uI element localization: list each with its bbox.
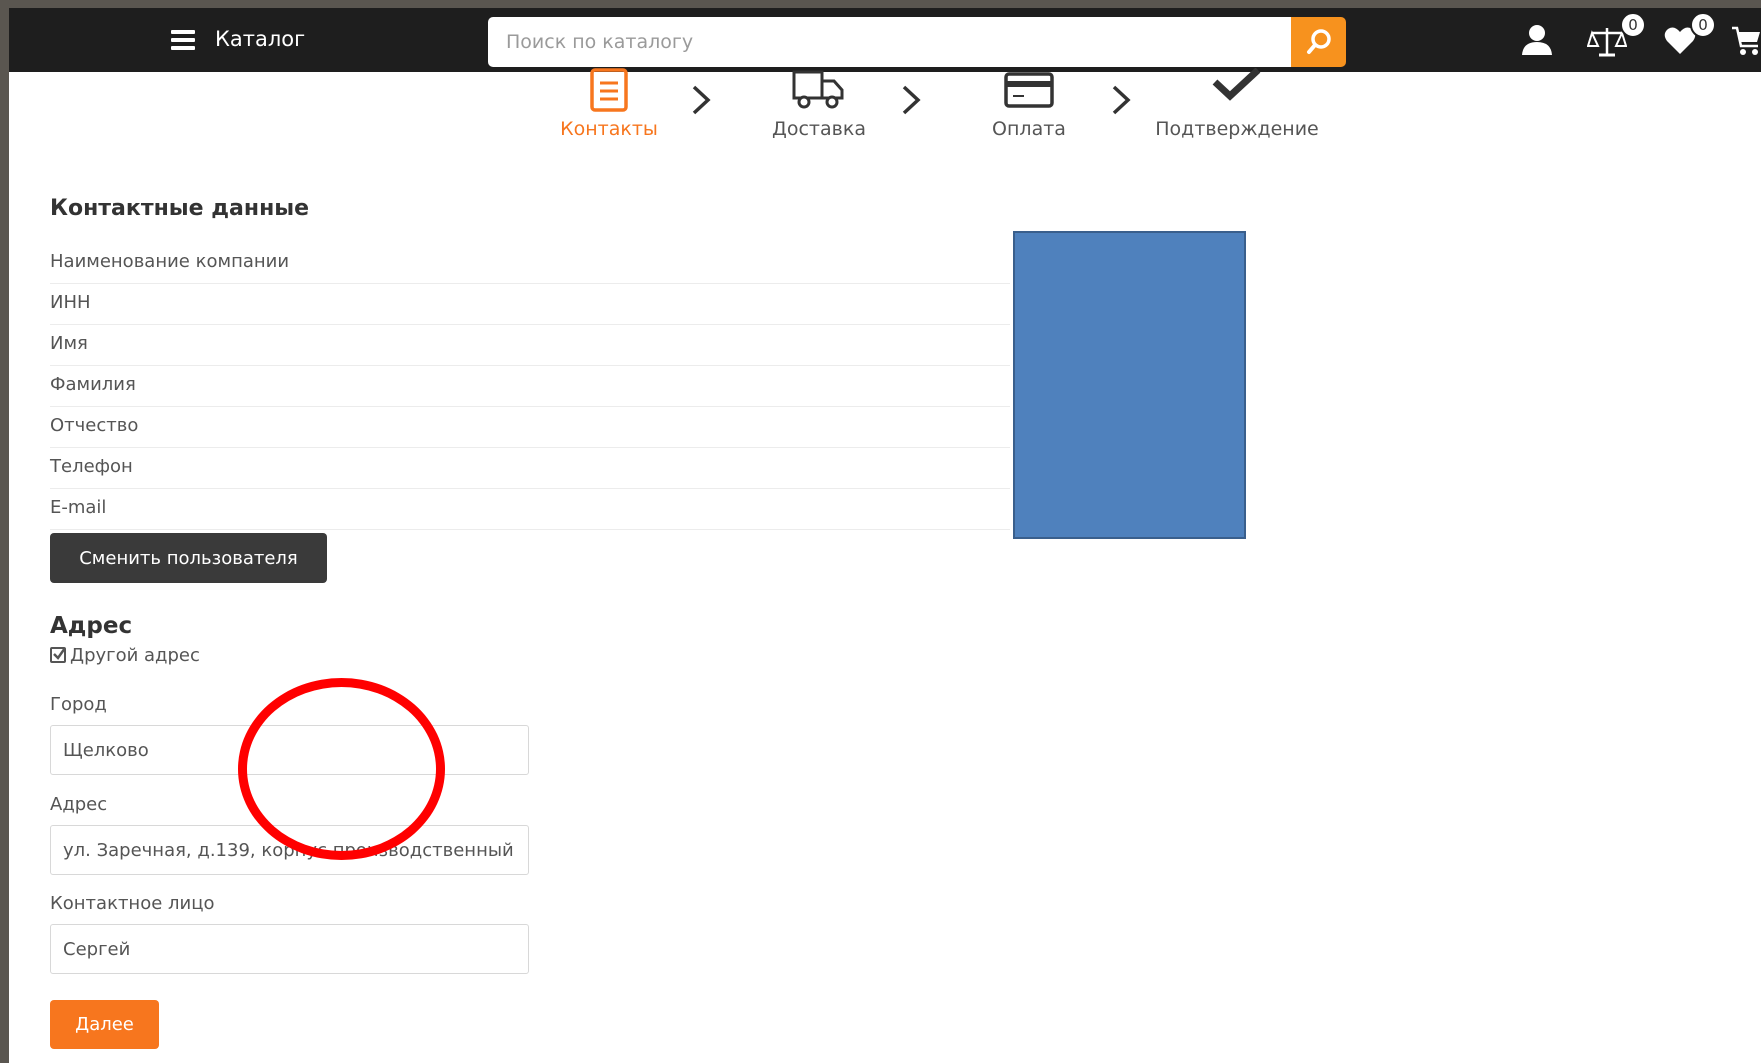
chevron-right-icon: [1112, 85, 1131, 115]
clipboard-icon: [590, 68, 628, 112]
step-label-confirmation: Подтверждение: [1155, 118, 1319, 140]
compare-count-badge: 0: [1620, 12, 1646, 38]
search-icon: [1307, 29, 1331, 54]
favorites-count-badge: 0: [1690, 12, 1716, 38]
search-input[interactable]: [488, 17, 1291, 67]
redacted-block: [1013, 231, 1246, 539]
field-patronymic: Отчество: [50, 407, 1010, 448]
chevron-right-icon: [902, 85, 921, 115]
checkbox-checked-icon: [50, 647, 66, 663]
next-button[interactable]: Далее: [50, 1000, 159, 1049]
other-address-checkbox[interactable]: Другой адрес: [50, 645, 200, 666]
contact-person-label: Контактное лицо: [50, 893, 215, 914]
other-address-label: Другой адрес: [70, 645, 200, 666]
field-phone: Телефон: [50, 448, 1010, 489]
step-label-payment: Оплата: [992, 118, 1066, 140]
contact-person-input[interactable]: [50, 924, 529, 974]
city-label: Город: [50, 694, 107, 715]
field-company-name: Наименование компании: [50, 243, 1010, 284]
credit-card-icon: [1004, 72, 1054, 108]
hamburger-icon[interactable]: [171, 30, 195, 50]
truck-icon: [792, 70, 844, 109]
field-last-name: Фамилия: [50, 366, 1010, 407]
step-label-delivery: Доставка: [772, 118, 866, 140]
top-bar: Каталог 0 0: [9, 8, 1761, 72]
contacts-title: Контактные данные: [50, 196, 310, 221]
address-label: Адрес: [50, 794, 108, 815]
annotation-red-circle: [238, 678, 445, 860]
step-label-contacts: Контакты: [560, 118, 658, 140]
user-icon[interactable]: [1519, 22, 1555, 58]
cart-icon[interactable]: [1731, 24, 1761, 58]
address-title: Адрес: [50, 613, 133, 639]
field-inn: ИНН: [50, 284, 1010, 325]
change-user-button[interactable]: Сменить пользователя: [50, 533, 327, 583]
checkmark-icon: [1212, 68, 1261, 101]
field-first-name: Имя: [50, 325, 1010, 366]
chevron-right-icon: [692, 85, 711, 115]
checkout-page: Каталог 0 0: [9, 8, 1761, 1063]
search-button[interactable]: [1291, 17, 1346, 67]
catalog-menu-link[interactable]: Каталог: [215, 27, 305, 51]
field-email: E-mail: [50, 489, 1010, 530]
